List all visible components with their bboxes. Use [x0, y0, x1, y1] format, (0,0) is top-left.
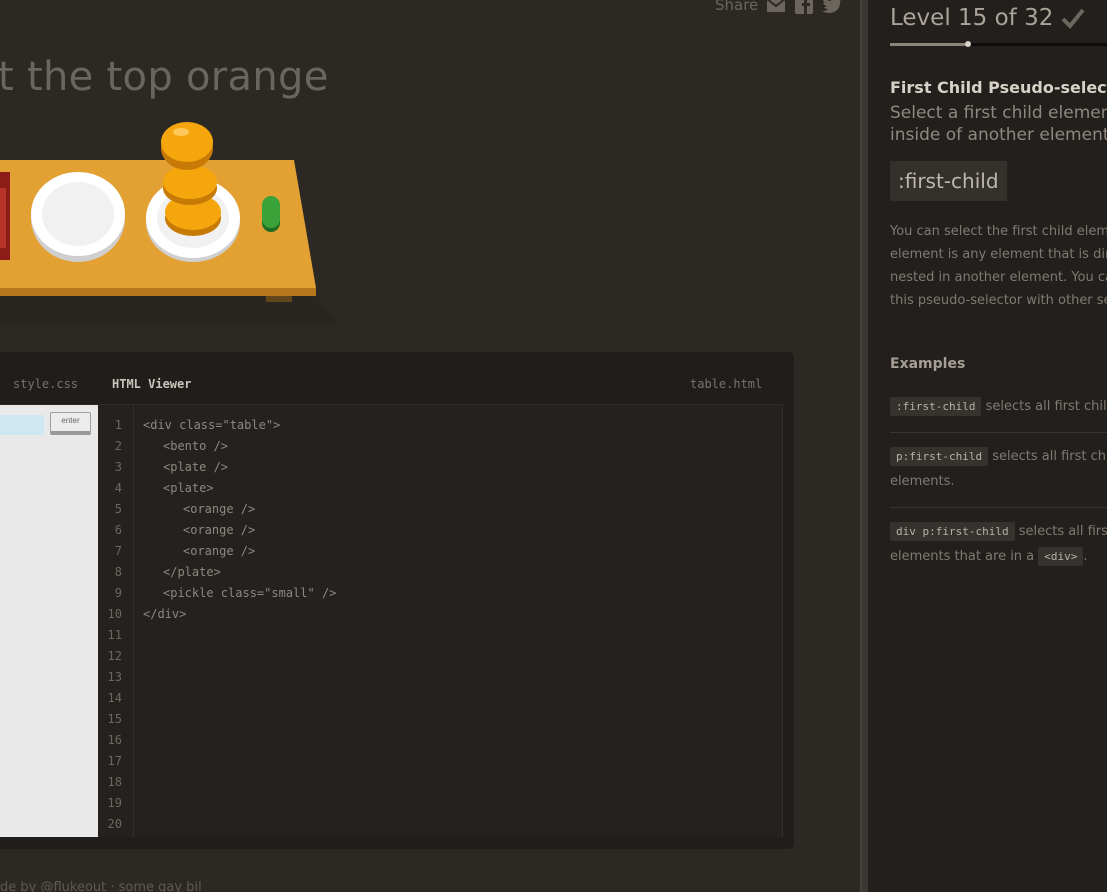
code-line[interactable]: </plate>	[163, 562, 221, 583]
panel-divider[interactable]	[860, 0, 870, 892]
level-header[interactable]: Level 15 of 32	[890, 5, 1085, 31]
code-line[interactable]: <orange />	[183, 520, 255, 541]
line-number: 9	[114, 586, 122, 600]
example-divider	[890, 432, 1107, 433]
line-number: 1	[114, 418, 122, 432]
code-line[interactable]: <orange />	[183, 541, 255, 562]
example-code: div p:first-child	[890, 522, 1015, 541]
level-progress-marker	[965, 41, 971, 47]
share-bar: Share	[715, 0, 842, 14]
line-number: 14	[107, 691, 122, 705]
line-number: 6	[114, 523, 122, 537]
line-number-gutter: 1 2 3 4 5 6 7 8 9 10 11 12 13 14 15 16 1…	[98, 405, 134, 837]
line-number: 3	[114, 460, 122, 474]
code-line[interactable]: <plate />	[163, 457, 228, 478]
orange	[163, 165, 217, 205]
css-editor: enter	[0, 405, 98, 837]
example-item: p:first-child selects all first child el…	[890, 444, 1107, 494]
line-number: 5	[114, 502, 122, 516]
bento	[0, 172, 10, 260]
html-viewer: 1 2 3 4 5 6 7 8 9 10 11 12 13 14 15 16 1…	[98, 405, 783, 837]
editor-tabs: style.css HTML Viewer table.html	[0, 362, 783, 405]
facebook-icon[interactable]	[794, 0, 814, 14]
checkmark-icon	[1061, 8, 1085, 29]
line-number: 8	[114, 565, 122, 579]
envelope-icon[interactable]	[766, 0, 786, 14]
line-number: 10	[107, 607, 122, 621]
code-line[interactable]: </div>	[143, 604, 186, 625]
example-item: div p:first-child selects all first chil…	[890, 519, 1107, 569]
plate	[31, 172, 125, 262]
code-line[interactable]: <pickle class="small" />	[163, 583, 336, 604]
line-number: 18	[107, 775, 122, 789]
code-line[interactable]: <div class="table">	[143, 415, 280, 436]
page-title: t the top orange	[0, 54, 329, 100]
selector-name: First Child Pseudo-selector	[890, 78, 1107, 97]
example-text: elements that are in a	[890, 549, 1035, 564]
twitter-icon[interactable]	[822, 0, 842, 14]
examples-heading: Examples	[890, 356, 966, 372]
level-indicator: Level 15 of 32	[890, 5, 1054, 31]
table-scene	[0, 122, 340, 325]
share-label: Share	[715, 0, 759, 14]
footer-credit: de by @flukeout · some gay bil	[0, 880, 202, 892]
code-line[interactable]: <orange />	[183, 499, 255, 520]
code-line[interactable]: <bento />	[163, 436, 228, 457]
level-progress-bar	[890, 41, 1107, 47]
level-sidebar: Level 15 of 32 First Child Pseudo-select…	[870, 0, 1107, 892]
line-number: 13	[107, 670, 122, 684]
file-name: table.html	[690, 377, 763, 391]
example-text: selects all first child elements.	[985, 399, 1107, 414]
line-number: 17	[107, 754, 122, 768]
line-number: 12	[107, 649, 122, 663]
line-number: 2	[114, 439, 122, 453]
example-text: .	[1083, 549, 1088, 564]
selector-hint: You can select the first child element. …	[890, 224, 1107, 308]
example-text: selects all first child	[1018, 524, 1107, 539]
example-code: :first-child	[890, 397, 982, 416]
example-code: <div>	[1038, 547, 1084, 566]
css-selector-input[interactable]	[0, 415, 44, 435]
selector-title: Select a first child element inside of a…	[890, 103, 1107, 145]
level-progress-fill	[890, 43, 968, 46]
enter-button[interactable]: enter	[50, 412, 91, 435]
example-divider	[890, 507, 1107, 508]
line-number: 11	[107, 628, 122, 642]
example-item: :first-child selects all first child ele…	[890, 394, 1107, 419]
example-text: elements.	[890, 474, 955, 489]
selector-syntax: :first-child	[890, 161, 1007, 201]
line-number: 15	[107, 712, 122, 726]
example-text: selects all first child	[992, 449, 1107, 464]
pickle	[262, 196, 280, 232]
orange	[161, 122, 213, 170]
line-number: 19	[107, 796, 122, 810]
code-line[interactable]: <plate>	[163, 478, 214, 499]
line-number: 20	[107, 817, 122, 831]
tab-style-css[interactable]: style.css	[13, 377, 78, 391]
line-number: 4	[114, 481, 122, 495]
line-number: 7	[114, 544, 122, 558]
tab-html-viewer[interactable]: HTML Viewer	[112, 377, 191, 391]
example-code: p:first-child	[890, 447, 989, 466]
line-number: 16	[107, 733, 122, 747]
